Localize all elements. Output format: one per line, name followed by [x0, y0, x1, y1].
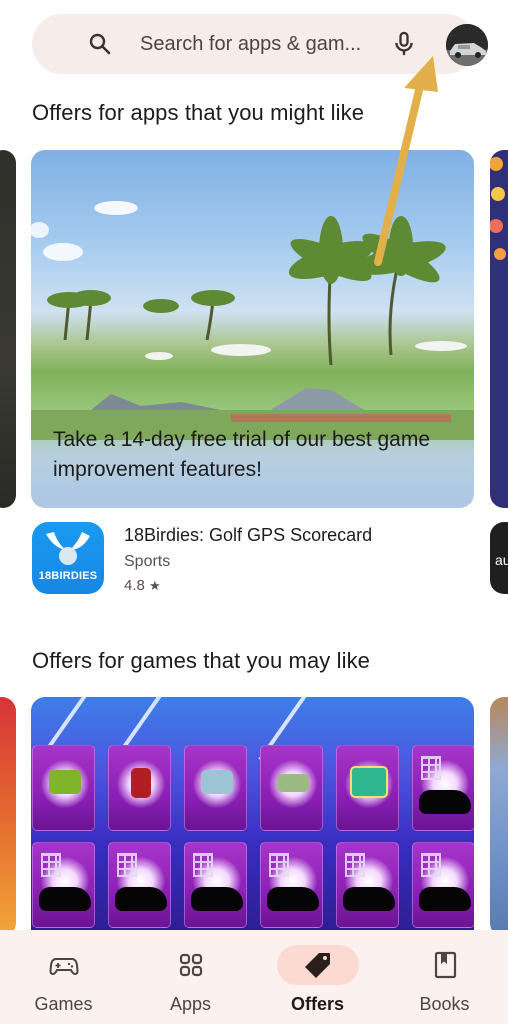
next-app-icon-text: au: [495, 552, 508, 568]
reward-tile-car: [260, 842, 323, 928]
reward-tile-fuel: [108, 745, 171, 831]
app-list-item[interactable]: 18BIRDIES 18Birdies: Golf GPS Scorecard …: [32, 522, 452, 598]
car-parts-icon: [201, 770, 233, 794]
app-category: Sports: [124, 553, 171, 570]
car-photo-icon: [446, 24, 488, 66]
gamepad-icon: [48, 958, 79, 976]
decal-icon: [350, 766, 388, 798]
pattern-graphic: [490, 157, 506, 260]
search-icon[interactable]: [88, 32, 112, 56]
car-silhouette-icon: [191, 887, 243, 911]
reward-tile-car: [184, 842, 247, 928]
section-title-games: Offers for games that you may like: [32, 648, 371, 673]
next-app-icon[interactable]: au: [490, 522, 508, 594]
previous-game-offer-card[interactable]: [0, 697, 16, 937]
reward-tile-decal: [336, 745, 399, 831]
offer-headline: Take a 14-day free trial of our best gam…: [53, 428, 431, 481]
winged-golf-ball-icon: [46, 532, 90, 565]
reward-tile-skip: [32, 745, 95, 831]
search-bar[interactable]: [32, 14, 488, 74]
reward-tile-parts: [184, 745, 247, 831]
fast-forward-icon: [49, 770, 81, 794]
reward-tile-car: [336, 842, 399, 928]
reward-tile-car: [412, 842, 474, 928]
star-icon: ★: [149, 578, 161, 593]
section-title-apps: Offers for apps that you might like: [32, 100, 365, 125]
nav-tab-label: Offers: [290, 994, 344, 1014]
bottom-navigation: Games Apps Offers Books: [0, 930, 508, 1024]
bookmark-book-icon: [434, 951, 456, 979]
car-silhouette-icon: [39, 887, 91, 911]
car-silhouette-icon: [419, 887, 471, 911]
app-rating-value: 4.8: [124, 577, 145, 594]
status-bar: [0, 0, 508, 8]
car-silhouette-icon: [267, 887, 319, 911]
fuel-nozzle-icon: [131, 768, 151, 798]
nav-tab-apps[interactable]: Apps: [127, 930, 254, 1024]
previous-offer-card[interactable]: [0, 150, 16, 508]
nav-tab-books[interactable]: Books: [381, 930, 508, 1024]
nav-tab-label: Books: [419, 994, 470, 1014]
reward-tile-car: [412, 745, 474, 831]
nav-tab-offers[interactable]: Offers: [254, 930, 381, 1024]
mic-icon[interactable]: [390, 30, 418, 58]
account-avatar[interactable]: [446, 24, 488, 66]
app-icon-label: 18BIRDIES: [38, 570, 98, 582]
app-rating: 4.8 ★: [124, 577, 161, 594]
next-game-offer-card[interactable]: [490, 697, 508, 937]
app-icon-18birdies[interactable]: 18BIRDIES: [32, 522, 104, 594]
reward-tile-car: [32, 842, 95, 928]
car-silhouette-icon: [115, 887, 167, 911]
palm-trees-graphic: [31, 201, 467, 366]
tag-icon: [304, 953, 330, 978]
nav-tab-games[interactable]: Games: [0, 930, 127, 1024]
next-offer-card[interactable]: [490, 150, 508, 508]
reward-tile-cash: [260, 745, 323, 831]
apps-grid-icon: [179, 953, 202, 977]
app-name: 18Birdies: Golf GPS Scorecard: [124, 525, 373, 545]
search-input[interactable]: [140, 29, 380, 59]
featured-offer-card[interactable]: Take a 14-day free trial of our best gam…: [31, 150, 474, 508]
cash-stack-icon: [277, 774, 309, 792]
nav-tab-label: Games: [34, 994, 93, 1014]
play-store-offers-page: Offers for apps that you might like: [0, 0, 508, 1024]
reward-tile-car: [108, 842, 171, 928]
car-silhouette-icon: [343, 887, 395, 911]
nav-tab-label: Apps: [169, 994, 212, 1014]
car-silhouette-icon: [419, 790, 471, 814]
game-offer-card[interactable]: [31, 697, 474, 937]
